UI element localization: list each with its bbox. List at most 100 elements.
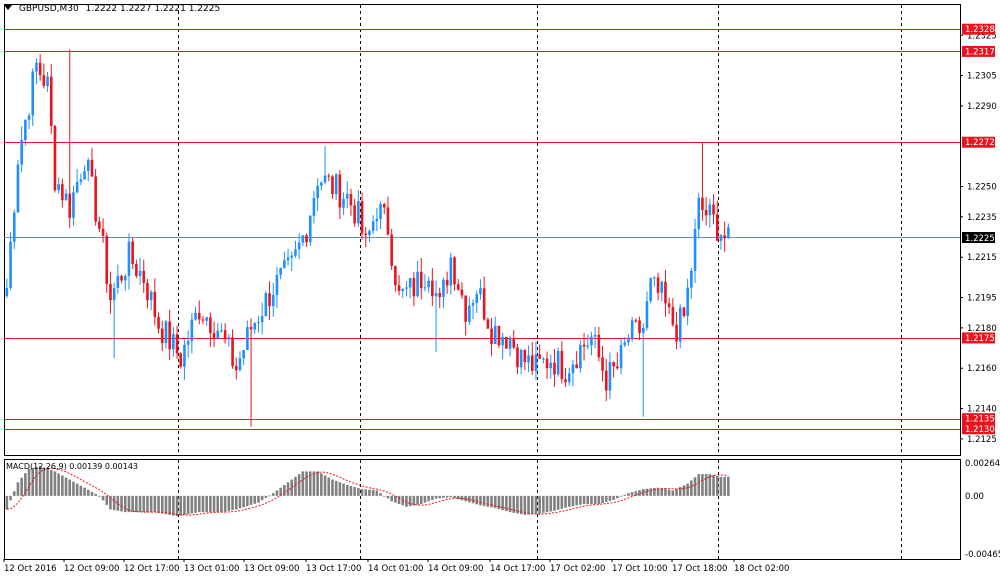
macd-histogram-bar [201, 495, 205, 513]
candle-body [386, 207, 390, 235]
macd-histogram-bar [667, 489, 671, 496]
macd-histogram-bar [527, 495, 530, 515]
candle-body [242, 350, 245, 359]
price-tick-label: 1.2160 [967, 364, 997, 374]
macd-histogram-bar [146, 495, 149, 513]
candle-body [101, 228, 105, 236]
macd-histogram-bar [645, 488, 649, 496]
candle-body [83, 170, 86, 180]
macd-histogram-bar [194, 495, 197, 513]
candle-body [49, 76, 53, 127]
candle-body [123, 275, 127, 281]
candle-body [593, 334, 597, 337]
macd-histogram-bar [715, 475, 719, 496]
macd-histogram-bar [283, 484, 286, 496]
candle-body [567, 373, 571, 383]
candle-body [279, 267, 282, 275]
candle-body [64, 193, 68, 201]
candle-body [201, 319, 205, 321]
macd-histogram-bar [619, 495, 623, 497]
candle-body [445, 279, 449, 286]
candle-body [493, 325, 497, 344]
candle-body [323, 175, 327, 183]
macd-histogram-bar [242, 495, 245, 508]
macd-title: MACD(12,26,9) 0.00139 0.00143 [6, 462, 139, 471]
candle-body [516, 347, 519, 368]
candle-body [35, 62, 38, 72]
macd-histogram-bar [190, 495, 194, 514]
candle-body [431, 280, 434, 297]
candle-body [338, 174, 342, 208]
candle-body [490, 328, 493, 344]
candle-body [675, 324, 678, 342]
candle-body [305, 235, 308, 243]
candle-body [190, 319, 194, 342]
chart-title[interactable]: GBPUSD,M30 1.2222 1.2227 1.2221 1.2225 [4, 4, 220, 14]
macd-histogram-bar [353, 487, 356, 496]
candle-body [723, 235, 726, 239]
candle-body [482, 288, 486, 320]
macd-histogram-bar [212, 495, 216, 513]
candle-body [46, 76, 49, 86]
candle-body [523, 349, 527, 363]
candle-body [579, 344, 582, 369]
macd-histogram-bar [486, 495, 490, 507]
candle-body [197, 312, 201, 320]
macd-histogram-bar [468, 495, 471, 503]
macd-histogram-bar [98, 495, 101, 497]
macd-histogram-bar [449, 495, 453, 498]
time-tick-label: 14 Oct 01:00 [368, 564, 423, 574]
candle-body [12, 212, 16, 242]
macd-histogram-bar [371, 490, 375, 496]
macd-histogram-bar [727, 476, 730, 496]
macd-histogram-bar [623, 494, 627, 496]
candle-body [619, 345, 623, 369]
macd-histogram-bar [49, 470, 53, 496]
candle-body [682, 307, 686, 317]
candle-body [253, 323, 257, 330]
macd-histogram-bar [172, 495, 175, 516]
macd-histogram-bar [216, 495, 220, 513]
candle-body [138, 270, 142, 276]
macd-histogram-bar [5, 495, 9, 510]
macd-histogram-bar [94, 493, 97, 496]
candle-body [249, 327, 253, 330]
candle-body [456, 284, 460, 290]
candle-body [727, 227, 730, 239]
candle-body [160, 328, 164, 344]
candle-body [505, 337, 508, 349]
candle-body [246, 327, 249, 351]
macd-tick-label: -0.00465 [965, 550, 1000, 560]
candle-body [519, 349, 523, 368]
macd-histogram-bar [153, 495, 157, 513]
candle-body [342, 198, 345, 208]
current-price-label: 1.2225 [965, 234, 995, 244]
candle-body [678, 307, 682, 342]
macd-histogram-bar [697, 474, 701, 496]
macd-histogram-bar [456, 495, 460, 500]
macd-histogram-bar [379, 493, 382, 496]
candle-body [686, 287, 689, 317]
time-tick-label: 13 Oct 01:00 [184, 564, 239, 574]
candle-body [371, 221, 375, 231]
candle-body [397, 285, 401, 291]
candle-body [116, 275, 120, 288]
candle-body [582, 344, 586, 347]
macd-histogram-bar [323, 475, 327, 496]
candle-body [149, 291, 153, 301]
candle-body [653, 277, 656, 279]
macd-histogram-bar [490, 495, 493, 508]
macd-histogram-bar [205, 495, 208, 513]
candle-body [641, 327, 645, 334]
candle-body [109, 284, 112, 301]
macd-histogram-bar [61, 475, 64, 496]
candle-body [438, 293, 442, 298]
macd-histogram-bar [342, 483, 345, 496]
dropdown-triangle-icon[interactable] [4, 5, 12, 10]
chart-canvas: 1.23251.23051.22901.22501.22351.22151.21… [3, 4, 1000, 574]
macd-histogram-bar [686, 483, 689, 496]
macd-histogram-bar [253, 495, 257, 504]
macd-histogram-bar [138, 495, 142, 513]
macd-histogram-bar [345, 484, 349, 496]
candle-body [645, 301, 649, 328]
